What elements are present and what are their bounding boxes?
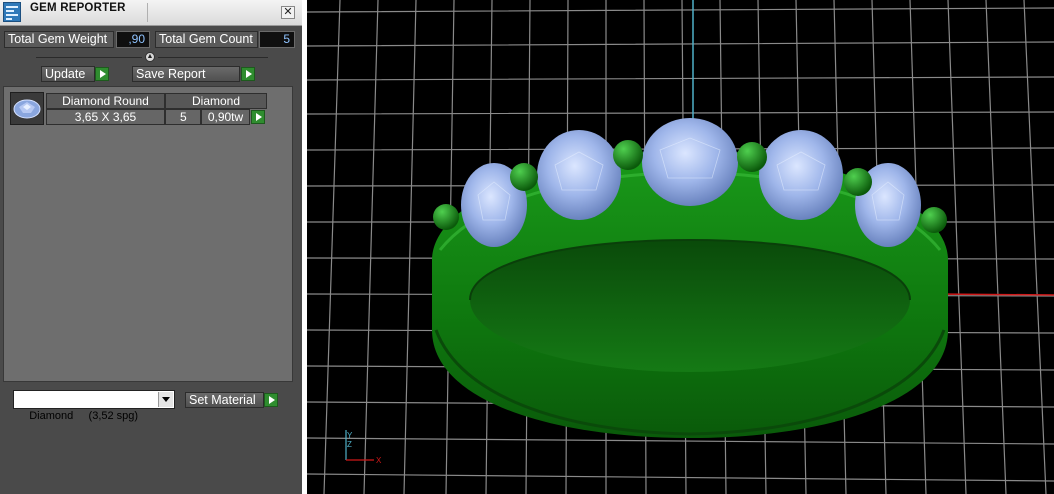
collapse-arrow-icon[interactable]: ▲	[145, 52, 155, 62]
divider-right	[158, 57, 268, 58]
gem-size-cell: 3,65 X 3,65	[46, 109, 165, 125]
table-header-cut: Diamond Round	[46, 93, 165, 109]
axis-x-label: X	[376, 456, 382, 465]
play-arrow-icon[interactable]	[95, 67, 109, 81]
divider-left	[36, 57, 142, 58]
gem-count-cell: 5	[165, 109, 201, 125]
set-material-button[interactable]: Set Material	[185, 392, 264, 408]
axis-z-label: Z	[347, 440, 352, 449]
material-select[interactable]: Diamond (3,52 spg)	[13, 390, 175, 422]
title-divider	[147, 3, 148, 22]
dropdown-arrow-icon[interactable]	[158, 392, 173, 407]
axis-gizmo: Y Z X	[345, 430, 382, 465]
play-arrow-icon[interactable]	[264, 393, 278, 407]
app-icon	[3, 2, 21, 22]
gem-weight-cell: 0,90tw	[201, 109, 250, 125]
gem-list	[3, 86, 293, 382]
gem-stone-2	[537, 130, 621, 220]
total-gem-weight-value: ,90	[116, 31, 150, 48]
title-bar: GEM REPORTER ✕	[0, 0, 302, 26]
update-button[interactable]: Update	[41, 66, 95, 82]
save-report-button[interactable]: Save Report	[132, 66, 240, 82]
3d-viewport[interactable]: Y Z X	[307, 0, 1054, 494]
play-arrow-icon[interactable]	[241, 67, 255, 81]
window-title: GEM REPORTER	[30, 2, 126, 14]
gem-stone-3	[642, 118, 738, 206]
play-arrow-icon[interactable]	[251, 110, 265, 124]
gem-stone-4	[759, 130, 843, 220]
table-header-type: Diamond	[165, 93, 267, 109]
axis-y-label: Y	[347, 431, 353, 440]
gem-icon	[10, 92, 44, 125]
total-gem-count-value: 5	[259, 31, 295, 48]
gem-reporter-panel: GEM REPORTER ✕ Total Gem Weight ,90 Tota…	[0, 0, 302, 494]
close-icon[interactable]: ✕	[281, 6, 295, 19]
material-select-value: Diamond (3,52 spg)	[29, 410, 139, 422]
total-gem-weight-label: Total Gem Weight	[4, 31, 114, 48]
total-gem-count-label: Total Gem Count	[155, 31, 258, 48]
